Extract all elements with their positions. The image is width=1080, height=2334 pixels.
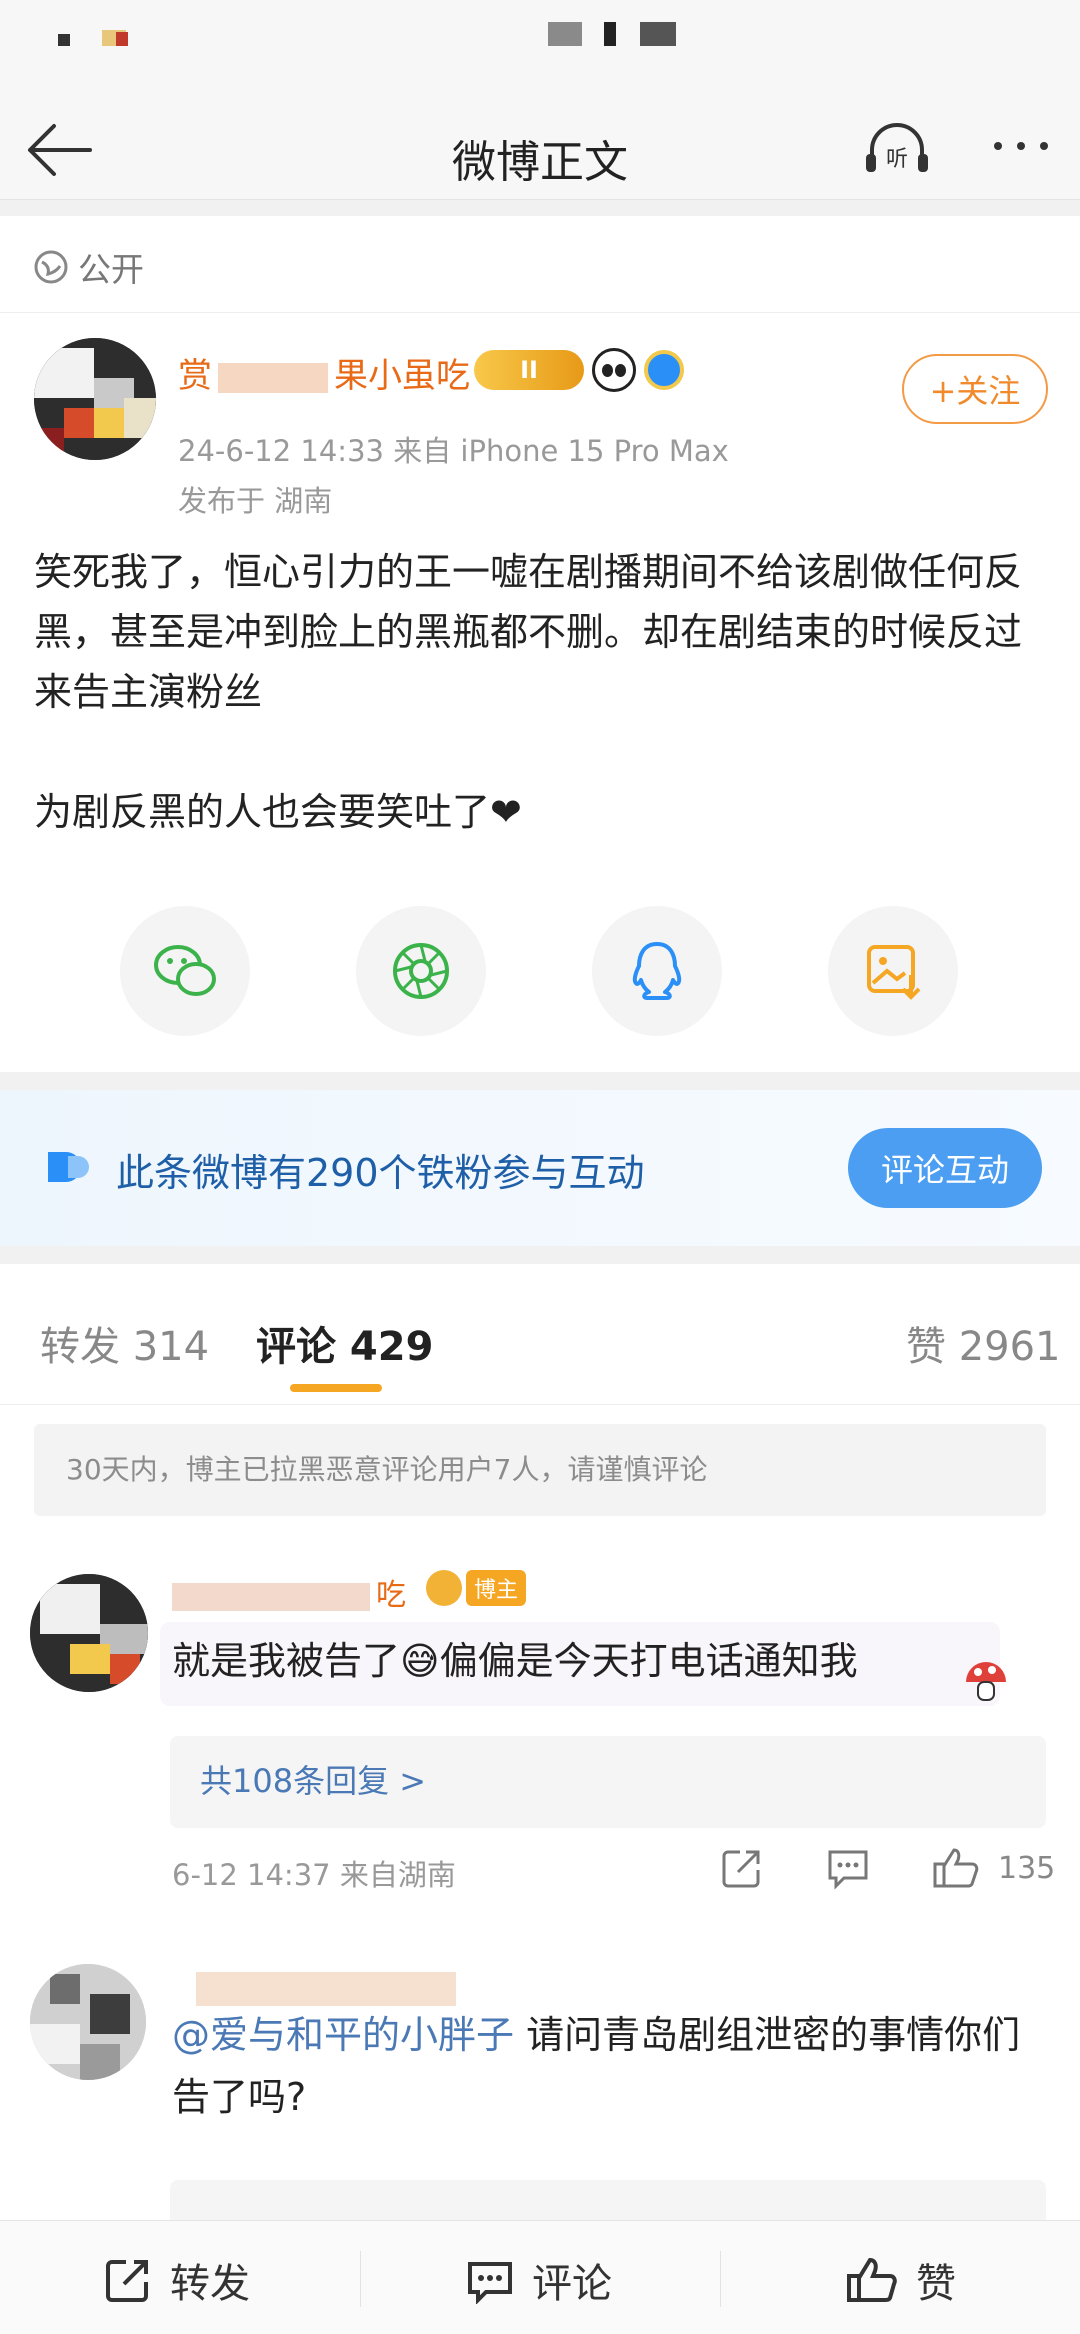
like-label: 赞 [916,2261,956,2307]
wechat-icon[interactable] [120,906,250,1036]
qq-icon[interactable] [592,906,722,1036]
comment-meta: 6-12 14:37 来自湖南 [172,1858,456,1892]
reply-icon[interactable] [826,1846,878,1890]
fan-icon [44,1148,94,1186]
divider [720,2251,721,2307]
crown-icon [426,1570,462,1606]
post-text: 笑死我了，恒心引力的王一嘘在剧播期间不给该剧做任何反黑，甚至是冲到脸上的黑瓶都不… [34,542,1044,842]
comment-author-name[interactable]: 吃 [172,1570,406,1614]
nav-bar: 微博正文 听 [0,100,1080,200]
crown-level-badge: II [474,350,584,390]
status-pixel [640,22,676,46]
comment-actions: 135 [720,1846,1055,1890]
comment-text: 就是我被告了😅偏偏是今天打电话通知我 [172,1639,858,1683]
verified-icon [644,350,684,390]
post-location: 发布于 湖南 [178,484,333,518]
status-pixel [548,22,582,46]
thumbs-up-icon[interactable] [932,1846,984,1890]
divider [0,312,1080,313]
post-card: 公开 赏果小虽吃 II +关注 24-6-12 14:33 来自 iPhone … [0,216,1080,1072]
mention-link[interactable]: @爱与和平的小胖子 [172,2013,514,2057]
post-text-line: 为剧反黑的人也会要笑吐了❤ [34,790,522,834]
comment-button[interactable]: 评论 [466,2251,612,2309]
bottom-action-bar: 转发 评论 赞 [0,2220,1080,2334]
visibility-indicator: 公开 [32,242,144,292]
tab-like[interactable]: 赞 2961 [906,1314,1061,1372]
more-dots-icon[interactable] [986,126,1056,166]
like-count: 135 [998,1850,1056,1886]
like-button[interactable]: 赞 [846,2251,956,2309]
block-notice: 30天内，博主已拉黑恶意评论用户7人，请谨慎评论 [34,1424,1046,1516]
author-avatar[interactable] [34,338,156,460]
mushroom-icon [962,1658,1010,1704]
comment-interact-button[interactable]: 评论互动 [848,1128,1042,1208]
listen-label: 听 [886,147,908,172]
repost-label: 转发 [170,2261,250,2307]
tab-repost[interactable]: 转发 314 [40,1314,209,1372]
post-text-line: 笑死我了，恒心引力的王一嘘在剧播期间不给该剧做任何反黑，甚至是冲到脸上的黑瓶都不… [34,550,1023,714]
globe-icon [34,250,68,284]
divider [0,1404,1080,1405]
replies-link[interactable]: 共108条回复 > [200,1756,426,1802]
panda-icon [592,348,636,392]
divider [360,2251,361,2307]
share-icon[interactable] [720,1846,772,1890]
comment-icon [468,2262,512,2304]
comment-text: @爱与和平的小胖子 请问青岛剧组泄密的事情你们告了吗? [172,2013,1021,2119]
listen-icon[interactable]: 听 [862,114,932,184]
like-icon [847,2257,897,2302]
active-tab-indicator [290,1384,382,1392]
replies-box[interactable] [170,2180,1046,2224]
fan-interaction-banner: 此条微博有290个铁粉参与互动 评论互动 [0,1090,1080,1246]
author-name[interactable]: 赏果小虽吃 [178,348,470,397]
comments-section: 转发 314 评论 429 赞 2961 30天内，博主已拉黑恶意评论用户7人，… [0,1264,1080,2224]
moments-icon[interactable] [356,906,486,1036]
status-pixel [116,32,128,46]
comment-avatar[interactable] [30,1964,146,2080]
comment-label: 评论 [532,2261,612,2307]
blogger-tag: 博主 [426,1570,527,1606]
save-image-icon[interactable] [828,906,958,1036]
tab-comment[interactable]: 评论 429 [256,1314,433,1372]
post-meta: 24-6-12 14:33 来自 iPhone 15 Pro Max [178,434,729,468]
blogger-tag-label: 博主 [466,1570,527,1606]
comment-avatar[interactable] [30,1574,148,1692]
visibility-label: 公开 [78,250,144,289]
status-pixel [604,22,616,46]
repost-icon [106,2260,148,2302]
fan-banner-text: 此条微博有290个铁粉参与互动 [116,1151,645,1195]
status-pixel [58,34,70,46]
follow-button[interactable]: +关注 [902,354,1048,424]
share-row [0,906,1080,1046]
comment-author-name[interactable] [196,1970,456,2006]
status-bar [0,0,1080,100]
author-badges: II [474,348,684,392]
repost-button[interactable]: 转发 [104,2251,250,2309]
